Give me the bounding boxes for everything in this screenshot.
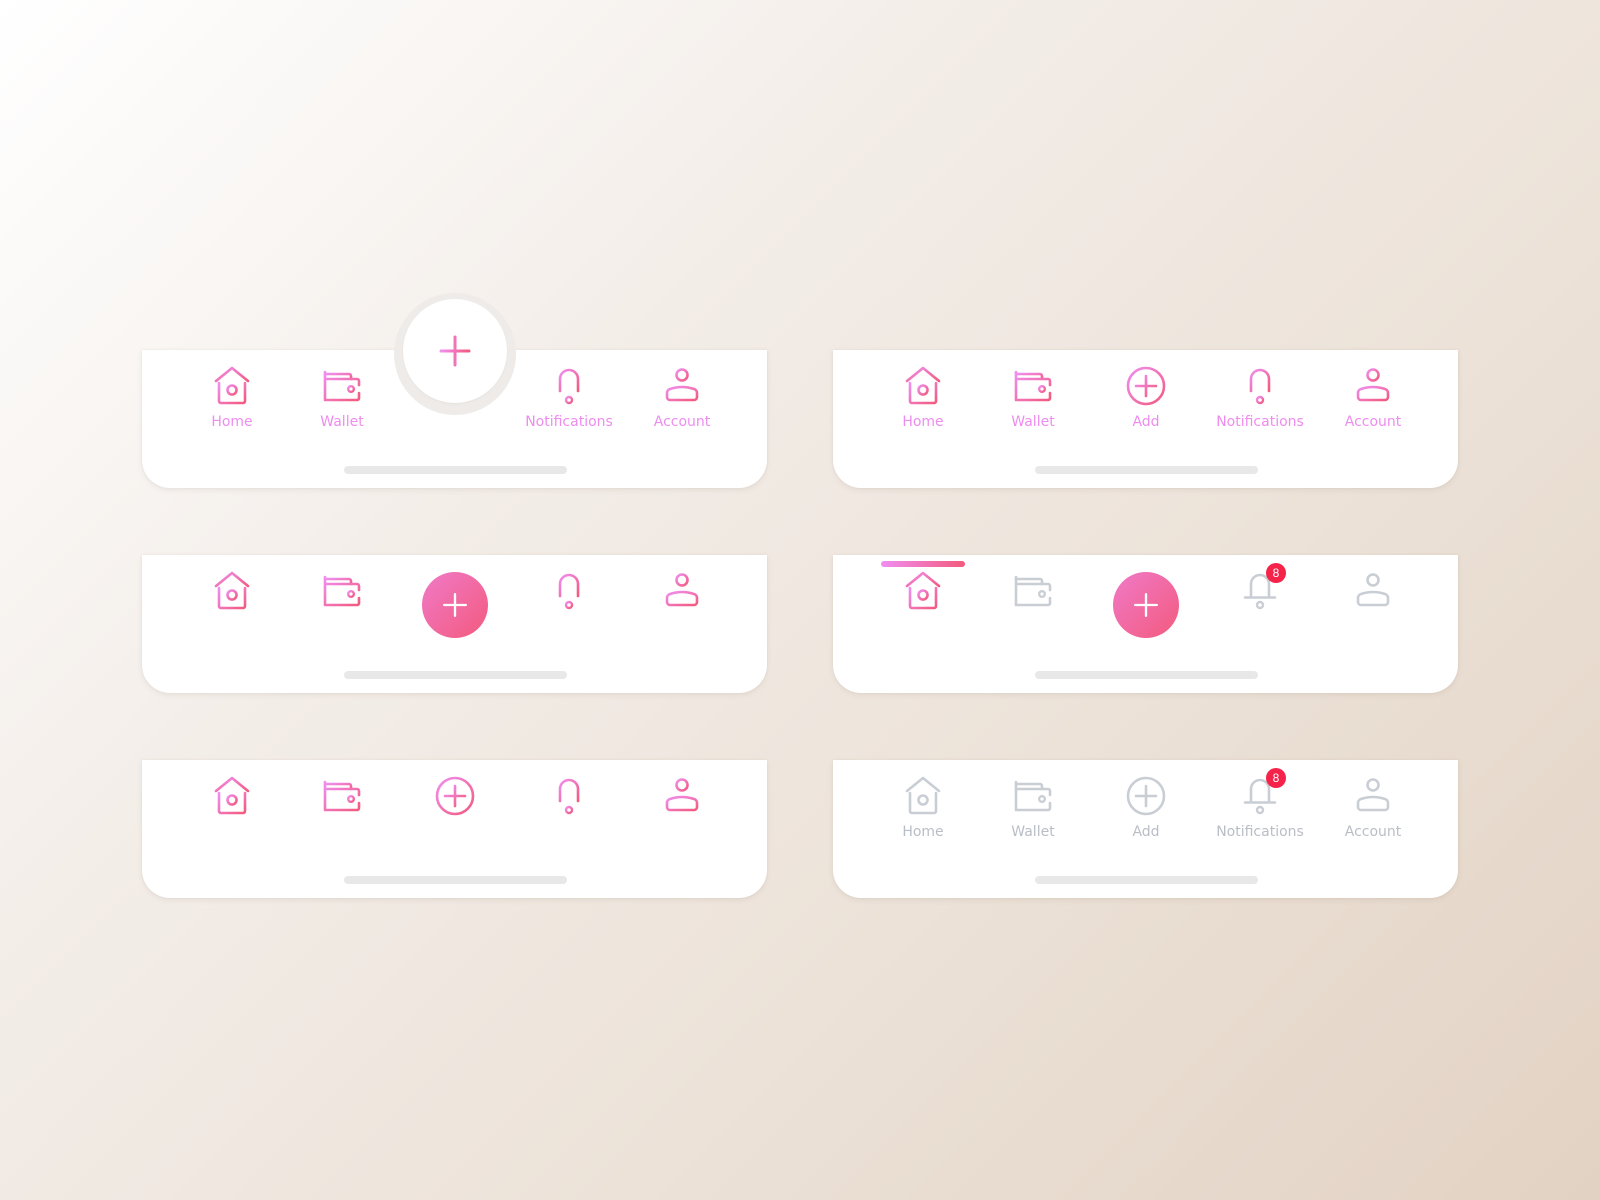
tab-wallet[interactable] xyxy=(287,774,397,818)
tab-label: Wallet xyxy=(320,414,364,430)
tab-label: Notifications xyxy=(1216,414,1304,430)
home-icon xyxy=(210,569,254,613)
tab-wallet[interactable] xyxy=(287,569,397,613)
add-circle-icon xyxy=(433,774,477,818)
tab-notifications[interactable] xyxy=(514,569,624,613)
home-indicator xyxy=(343,876,567,884)
tab-label: Home xyxy=(211,414,253,430)
tab-label: Wallet xyxy=(1011,824,1055,840)
notification-badge: 8 xyxy=(1266,768,1286,788)
wallet-icon xyxy=(1011,569,1055,613)
tab-account[interactable]: Account xyxy=(1318,774,1428,840)
add-fab-button[interactable] xyxy=(1113,572,1179,638)
home-icon xyxy=(901,569,945,613)
tab-add[interactable]: Add xyxy=(1091,364,1201,430)
tab-label: Notifications xyxy=(1216,824,1304,840)
tab-home[interactable] xyxy=(868,569,978,613)
tab-account[interactable]: Account xyxy=(627,364,737,430)
tab-account[interactable] xyxy=(627,774,737,818)
tab-label: Home xyxy=(902,414,944,430)
tab-label: Wallet xyxy=(1011,414,1055,430)
user-icon xyxy=(1351,364,1395,408)
home-indicator xyxy=(1034,466,1258,474)
tab-account[interactable] xyxy=(1318,569,1428,613)
tab-label: Account xyxy=(653,414,711,430)
tab-label: Account xyxy=(1344,824,1402,840)
tab-home[interactable]: Home xyxy=(868,774,978,840)
home-icon xyxy=(901,364,945,408)
nav-bar-muted: Home Wallet Add 8 Notifications Account xyxy=(833,760,1458,898)
nav-bar-inline-add: Home Wallet Add Notifications Account xyxy=(833,350,1458,488)
tab-add[interactable] xyxy=(400,774,510,818)
wallet-icon xyxy=(1011,364,1055,408)
tab-account[interactable] xyxy=(627,569,737,613)
tab-wallet[interactable]: Wallet xyxy=(978,364,1088,430)
tab-notifications[interactable]: 8 xyxy=(1205,563,1315,613)
tab-notifications[interactable]: Notifications xyxy=(514,364,624,430)
user-icon xyxy=(660,364,704,408)
tab-label: Notifications xyxy=(525,414,613,430)
nav-bar-filled-fab xyxy=(142,555,767,693)
tab-label: Add xyxy=(1132,824,1160,840)
tab-wallet[interactable] xyxy=(978,569,1088,613)
nav-bar-outline-add xyxy=(142,760,767,898)
add-circle-icon xyxy=(1124,774,1168,818)
user-icon xyxy=(1351,569,1395,613)
tab-home[interactable] xyxy=(177,774,287,818)
bell-icon: 8 xyxy=(1238,563,1286,613)
plus-icon xyxy=(1129,588,1163,622)
add-circle-icon xyxy=(1124,364,1168,408)
nav-bar-home-selected: 8 xyxy=(833,555,1458,693)
home-indicator xyxy=(1034,876,1258,884)
add-fab-button[interactable] xyxy=(422,572,488,638)
tab-account[interactable]: Account xyxy=(1318,364,1428,430)
plus-icon xyxy=(438,588,472,622)
bell-icon xyxy=(547,774,591,818)
tab-wallet[interactable]: Wallet xyxy=(978,774,1088,840)
tab-label: Account xyxy=(1344,414,1402,430)
wallet-icon xyxy=(1011,774,1055,818)
wallet-icon xyxy=(320,774,364,818)
home-indicator xyxy=(1034,671,1258,679)
user-icon xyxy=(660,569,704,613)
tab-add[interactable]: Add xyxy=(1091,774,1201,840)
tab-home[interactable] xyxy=(177,569,287,613)
tab-notifications[interactable]: 8 Notifications xyxy=(1205,768,1315,840)
wallet-icon xyxy=(320,569,364,613)
user-icon xyxy=(660,774,704,818)
tab-home[interactable]: Home xyxy=(868,364,978,430)
home-indicator xyxy=(343,466,567,474)
bell-icon: 8 xyxy=(1238,768,1286,818)
nav-bar-notched-fab: Home Wallet Notifications Account xyxy=(142,293,767,488)
notification-badge: 8 xyxy=(1266,563,1286,583)
tab-home[interactable]: Home xyxy=(177,364,287,430)
home-icon xyxy=(210,774,254,818)
tab-label: Home xyxy=(902,824,944,840)
wallet-icon xyxy=(320,364,364,408)
bell-icon xyxy=(1238,364,1282,408)
bell-icon xyxy=(547,569,591,613)
bell-icon xyxy=(547,364,591,408)
tab-notifications[interactable]: Notifications xyxy=(1205,364,1315,430)
tab-wallet[interactable]: Wallet xyxy=(287,364,397,430)
home-indicator xyxy=(343,671,567,679)
user-icon xyxy=(1351,774,1395,818)
home-icon xyxy=(901,774,945,818)
tab-notifications[interactable] xyxy=(514,774,624,818)
tab-label: Add xyxy=(1132,414,1160,430)
home-icon xyxy=(210,364,254,408)
